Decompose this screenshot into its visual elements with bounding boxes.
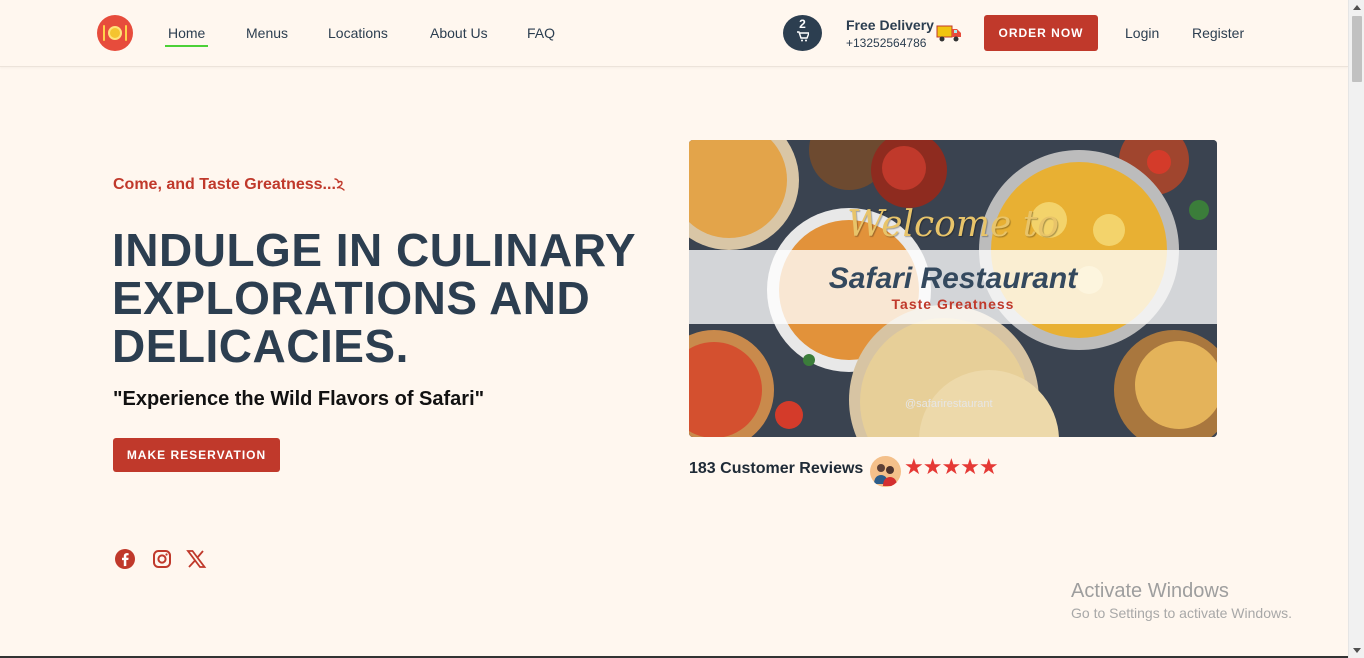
cart-button[interactable]: 2 (783, 15, 822, 51)
cart-count: 2 (799, 17, 806, 31)
banner-restaurant-name: Safari Restaurant (828, 262, 1078, 295)
order-now-button[interactable]: ORDER NOW (984, 15, 1098, 51)
knife-icon (125, 25, 127, 41)
register-link[interactable]: Register (1192, 25, 1244, 41)
page-scrollbar[interactable] (1348, 0, 1364, 658)
hero-headline: INDULGE IN CULINARY EXPLORATIONS AND DEL… (112, 226, 652, 370)
nav-locations[interactable]: Locations (328, 25, 388, 41)
scroll-up-arrow-icon[interactable] (1353, 5, 1361, 10)
headline-line: INDULGE IN CULINARY (112, 224, 637, 276)
scroll-thumb[interactable] (1352, 16, 1362, 82)
headline-line: EXPLORATIONS AND (112, 272, 591, 324)
hero-subhead: "Experience the Wild Flavors of Safari" (113, 388, 485, 410)
windows-activation-subtitle: Go to Settings to activate Windows. (1071, 605, 1292, 621)
hero-banner-image: Welcome to Safari Restaurant Taste Great… (689, 140, 1217, 437)
windows-activation-title: Activate Windows (1071, 580, 1229, 602)
make-reservation-button[interactable]: MAKE RESERVATION (113, 438, 280, 472)
nav-menus[interactable]: Menus (246, 25, 288, 41)
banner-handle: @safarirestaurant (905, 398, 993, 410)
hero-tagline: Come, and Taste Greatness... (113, 176, 336, 193)
headline-line: DELICACIES. (112, 320, 409, 372)
site-header: Home Menus Locations About Us FAQ 2 Free… (0, 0, 1348, 67)
logo[interactable] (97, 15, 133, 51)
fork-icon (103, 25, 105, 41)
facebook-icon[interactable] (114, 548, 136, 570)
instagram-icon[interactable] (151, 548, 173, 570)
heart-scribble-icon (334, 178, 345, 191)
cart-icon (783, 31, 822, 45)
plate-icon (108, 26, 122, 40)
rating-stars: ★★★★★ (904, 454, 999, 479)
delivery-title: Free Delivery (846, 17, 934, 33)
truck-icon (936, 25, 961, 42)
banner-welcome: Welcome to (847, 204, 1059, 245)
customer-reviews-count: 183 Customer Reviews (689, 460, 864, 477)
banner-slogan: Taste Greatness (891, 296, 1015, 312)
x-icon[interactable] (185, 548, 207, 570)
nav-about-us[interactable]: About Us (430, 25, 488, 41)
nav-faq[interactable]: FAQ (527, 25, 555, 41)
delivery-phone: +13252564786 (846, 36, 927, 50)
login-link[interactable]: Login (1125, 25, 1159, 41)
reviewers-avatar (870, 456, 901, 487)
nav-home[interactable]: Home (164, 25, 209, 47)
scroll-down-arrow-icon[interactable] (1353, 648, 1361, 653)
